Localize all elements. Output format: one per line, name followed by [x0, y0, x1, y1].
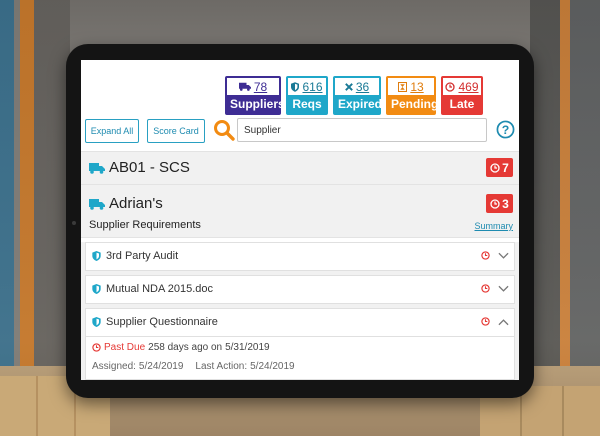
clock-icon [490, 198, 500, 209]
reqs-stat[interactable]: 616 Reqs [286, 76, 328, 115]
stats-bar: 78 Suppliers 616 Reqs 36 Expired 13 Pend… [225, 76, 483, 115]
app-screen: 78 Suppliers 616 Reqs 36 Expired 13 Pend… [81, 60, 519, 380]
requirement-row[interactable]: 3rd Party Audit [85, 242, 515, 271]
tablet-camera [72, 221, 76, 225]
late-clock-icon [481, 251, 490, 260]
chevron-down-icon[interactable] [498, 252, 509, 260]
search-icon[interactable] [212, 118, 236, 142]
truck-icon [238, 82, 251, 91]
score-card-button[interactable]: Score Card [147, 119, 205, 143]
clock-icon [490, 162, 500, 173]
past-due-date: 5/31/2019 [225, 342, 270, 353]
late-clock-icon [481, 317, 490, 326]
summary-link[interactable]: Summary [474, 221, 513, 231]
reqs-label: Reqs [288, 95, 326, 113]
late-count-badge[interactable]: 3 [486, 194, 513, 213]
chevron-down-icon[interactable] [498, 285, 509, 293]
late-count-value: 3 [502, 196, 509, 211]
requirement-name: Supplier Questionnaire [106, 316, 218, 328]
last-action-label: Last Action: [195, 361, 248, 372]
clock-icon [445, 81, 456, 92]
help-icon[interactable]: ? [496, 120, 515, 139]
late-count[interactable]: 469 [458, 80, 478, 94]
pending-stat[interactable]: 13 Pending [386, 76, 438, 115]
search-input[interactable] [237, 118, 487, 142]
suppliers-stat[interactable]: 78 Suppliers [225, 76, 285, 115]
expired-stat[interactable]: 36 Expired [333, 76, 382, 115]
tablet-frame: 78 Suppliers 616 Reqs 36 Expired 13 Pend… [66, 44, 534, 398]
clock-icon [92, 343, 101, 352]
late-count-badge[interactable]: 7 [486, 158, 513, 177]
shield-icon [92, 251, 101, 261]
requirements-list: 3rd Party Audit Mutual NDA 2015.doc Supp… [81, 242, 519, 380]
requirement-name: 3rd Party Audit [106, 250, 179, 262]
supplier-name: AB01 - SCS [109, 159, 190, 176]
expired-label: Expired [335, 95, 382, 113]
assigned-label: Assigned: [92, 361, 136, 372]
x-icon [344, 82, 353, 91]
requirement-row[interactable]: Mutual NDA 2015.doc [85, 275, 515, 304]
late-clock-icon [481, 284, 490, 293]
shield-icon [291, 81, 300, 92]
expired-count[interactable]: 36 [356, 80, 369, 94]
shield-icon [92, 284, 101, 294]
assigned-date: 5/24/2019 [138, 361, 184, 372]
pending-label: Pending [388, 95, 438, 113]
supplier-list: AB01 - SCS 7 Adrian's 3 Supplier Require… [81, 151, 519, 380]
shield-icon [92, 317, 101, 327]
requirement-name: Mutual NDA 2015.doc [106, 283, 214, 295]
supplier-subtitle: Supplier Requirements [89, 219, 201, 231]
supplier-row[interactable]: AB01 - SCS 7 [81, 151, 519, 185]
truck-icon [89, 163, 105, 174]
suppliers-count[interactable]: 78 [254, 80, 267, 94]
reqs-count[interactable]: 616 [302, 80, 322, 94]
assigned-line: Assigned: 5/24/2019 Last Action: 5/24/20… [92, 361, 295, 372]
supplier-name: Adrian's [109, 195, 163, 212]
expand-all-button[interactable]: Expand All [85, 119, 139, 143]
past-due-line: Past Due 258 days ago on 5/31/2019 [92, 342, 270, 353]
past-due-label: Past Due [104, 342, 146, 353]
chevron-up-icon[interactable] [498, 318, 509, 326]
svg-text:?: ? [502, 123, 510, 137]
past-due-text: 258 days ago on [148, 342, 223, 353]
hourglass-icon [398, 81, 408, 92]
last-action-date: 5/24/2019 [250, 361, 295, 372]
truck-icon [89, 199, 105, 210]
toolbar: Expand All Score Card ? [85, 118, 515, 144]
late-count-value: 7 [502, 160, 509, 175]
requirement-row-expanded[interactable]: Supplier Questionnaire [85, 308, 515, 337]
late-label: Late [443, 95, 481, 113]
suppliers-label: Suppliers [227, 95, 285, 113]
requirement-detail: Past Due 258 days ago on 5/31/2019 Assig… [85, 337, 515, 380]
supplier-row-expanded[interactable]: Adrian's 3 Supplier Requirements Summary [81, 185, 519, 238]
pending-count[interactable]: 13 [410, 80, 423, 94]
late-stat[interactable]: 469 Late [441, 76, 483, 115]
